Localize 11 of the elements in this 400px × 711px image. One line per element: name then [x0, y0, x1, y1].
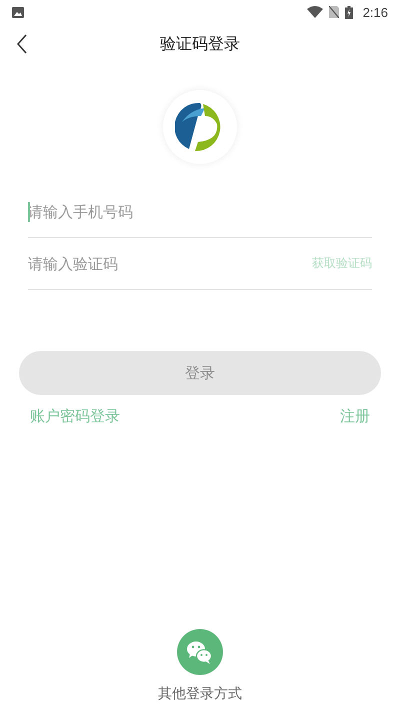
back-icon[interactable]	[16, 34, 28, 54]
wifi-icon	[306, 6, 323, 18]
text-link[interactable]: 账户密码登录	[30, 407, 120, 426]
battery-icon	[344, 6, 353, 18]
other-login-label: 其他登录方式	[158, 685, 242, 703]
page-title: 验证码登录	[160, 34, 240, 54]
image-icon	[12, 6, 24, 18]
no-sim-icon	[328, 6, 339, 18]
code-input-field[interactable]: 请输入验证码	[28, 254, 312, 272]
status-time: 2:16	[362, 4, 388, 20]
text-link[interactable]: 注册	[340, 407, 370, 426]
